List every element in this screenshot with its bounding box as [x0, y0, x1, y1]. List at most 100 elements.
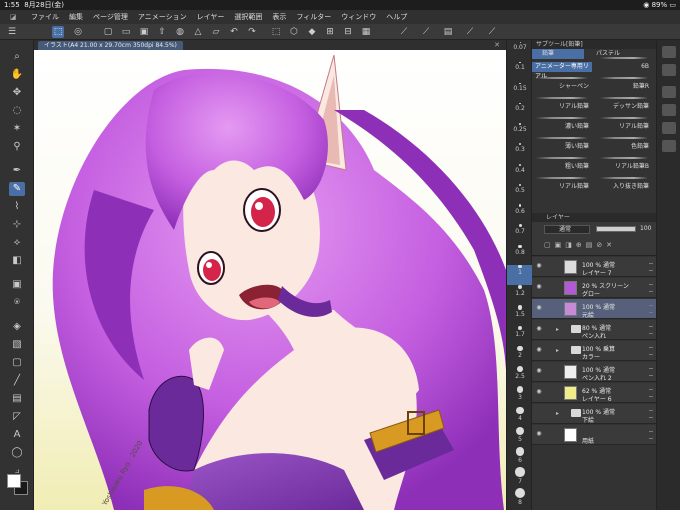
folder-expand-icon[interactable]: ▸	[556, 326, 559, 333]
brush-size-option[interactable]: 1.7	[507, 325, 533, 346]
grid-icon[interactable]: ▤	[442, 26, 454, 38]
brush-size-option[interactable]: 2	[507, 345, 533, 366]
brush-size-option[interactable]: 0.07	[507, 42, 533, 62]
fill-icon[interactable]: ▱	[210, 26, 222, 38]
liquify-tool-icon[interactable]: ⍟	[9, 296, 25, 310]
operation-tool-icon[interactable]: ✥	[9, 86, 25, 100]
guide-icon[interactable]: ⟋	[464, 26, 476, 38]
brush-item[interactable]: 濃い鉛筆	[532, 122, 592, 132]
layer-row[interactable]: ◉ ▸ 100 % 乗算 カラー	[532, 341, 656, 361]
brush-size-option[interactable]: 0.3	[507, 143, 533, 163]
visibility-eye-icon[interactable]: ◉	[535, 368, 543, 374]
brush-size-option[interactable]: 0.8	[507, 244, 533, 265]
brush-size-option[interactable]: 0.1	[507, 62, 533, 82]
palette-icon-5[interactable]	[662, 122, 676, 134]
clear-icon[interactable]: △	[192, 26, 204, 38]
drag-handle-icon[interactable]	[649, 368, 653, 376]
blend-mode-select[interactable]: 通常	[544, 225, 590, 234]
menu-item[interactable]: 編集	[64, 10, 88, 24]
brush-size-option[interactable]: 5	[507, 426, 533, 447]
palette-icon-6[interactable]	[662, 140, 676, 152]
menu-item[interactable]: 選択範囲	[229, 10, 267, 24]
menu-icon[interactable]: ☰	[6, 26, 18, 38]
drag-handle-icon[interactable]	[649, 263, 653, 271]
layer-row[interactable]: ◉ 62 % 通常 レイヤー 6	[532, 383, 656, 403]
new-file-icon[interactable]: ▢	[102, 26, 114, 38]
tab-pencil[interactable]: 鉛筆	[532, 49, 584, 59]
close-document-icon[interactable]: ✕	[494, 40, 500, 50]
layer-row[interactable]: ◉ ▸ 80 % 通常 ペン入れ	[532, 320, 656, 340]
menu-item[interactable]: ウィンドウ	[336, 10, 381, 24]
visibility-eye-icon[interactable]: ◉	[535, 389, 543, 395]
drag-handle-icon[interactable]	[649, 326, 653, 334]
lasso-tool-icon[interactable]: ◌	[9, 104, 25, 118]
color-chip[interactable]	[7, 474, 29, 496]
layer-row[interactable]: ◉ 用紙	[532, 425, 656, 445]
ruler-icon[interactable]: ⟋	[398, 26, 410, 38]
hand-tool-icon[interactable]: ✋	[9, 68, 25, 82]
blend-tool-icon[interactable]: ▣	[9, 278, 25, 292]
perspective-icon[interactable]: ⟋	[420, 26, 432, 38]
special-ruler-icon[interactable]: ⟋	[486, 26, 498, 38]
drag-handle-icon[interactable]	[649, 410, 653, 418]
menu-item[interactable]: フィルター	[291, 10, 336, 24]
drag-handle-icon[interactable]	[649, 305, 653, 313]
eyedropper-icon[interactable]: ⚲	[9, 140, 25, 154]
shape-tool-icon[interactable]: ▢	[9, 356, 25, 370]
visibility-eye-icon[interactable]	[535, 410, 543, 416]
brush-size-option[interactable]: 0.2	[507, 102, 533, 123]
brush-item[interactable]: 6B	[596, 62, 652, 72]
menu-item[interactable]: ヘルプ	[381, 10, 412, 24]
layers-toggle-icon[interactable]: ◎	[72, 26, 84, 38]
visibility-eye-icon[interactable]: ◉	[535, 305, 543, 311]
brush-size-option[interactable]: 0.5	[507, 183, 533, 204]
selection-launcher-icon[interactable]: ⊞	[324, 26, 336, 38]
brush-size-option[interactable]: 0.7	[507, 224, 533, 244]
layer-row[interactable]: ◉ 100 % 通常 元絵	[532, 299, 656, 319]
brush-item[interactable]: 色鉛筆	[596, 142, 652, 152]
layer-row[interactable]: ▸ 100 % 通常 下絵	[532, 404, 656, 424]
brush-item[interactable]: リアル鉛筆	[532, 182, 592, 192]
save-icon[interactable]: ▣	[138, 26, 150, 38]
canvas-area[interactable]: イラスト(A4 21.00 x 29.70cm 350dpi 84.5%) ✕	[34, 40, 506, 510]
pen-tool-icon[interactable]: ✒	[9, 164, 25, 178]
palette-icon-2[interactable]	[662, 64, 676, 76]
fill-selection-icon[interactable]: ◆	[306, 26, 318, 38]
pencil-tool-icon[interactable]: ✎	[9, 182, 25, 196]
layer-row[interactable]: ◉ 20 % スクリーン グロー	[532, 278, 656, 298]
gradient-tool-icon[interactable]: ▧	[9, 338, 25, 352]
text-tool-icon[interactable]: A	[9, 428, 25, 442]
layer-row[interactable]: ◉ 100 % 通常 レイヤー 7	[532, 257, 656, 277]
zoom-tool-icon[interactable]: ⌕	[9, 50, 25, 64]
brush-size-option[interactable]: 2.5	[507, 366, 533, 386]
visibility-eye-icon[interactable]: ◉	[535, 263, 543, 269]
document-tab[interactable]: イラスト(A4 21.00 x 29.70cm 350dpi 84.5%)	[38, 41, 183, 50]
eraser-tool-icon[interactable]: ◧	[9, 254, 25, 268]
brush-size-option[interactable]: 4	[507, 406, 533, 427]
brush-item[interactable]: 薄い鉛筆	[532, 142, 592, 152]
open-file-icon[interactable]: ▭	[120, 26, 132, 38]
layer-row[interactable]: ◉ 100 % 通常 ペン入れ 2	[532, 362, 656, 382]
drag-handle-icon[interactable]	[649, 389, 653, 397]
brush-size-option[interactable]: 0.15	[507, 82, 533, 103]
folder-expand-icon[interactable]: ▸	[556, 410, 559, 417]
brush-item[interactable]: 粗い鉛筆	[532, 162, 592, 172]
redo-icon[interactable]: ↷	[246, 26, 258, 38]
export-icon[interactable]: ⇧	[156, 26, 168, 38]
brush-item[interactable]: リアル鉛筆B	[596, 162, 652, 172]
airbrush-tool-icon[interactable]: ⊹	[9, 218, 25, 232]
frame-tool-icon[interactable]: ▤	[9, 392, 25, 406]
quick-access-icon[interactable]: ⬚	[52, 26, 64, 38]
brush-size-option[interactable]: 1.2	[507, 285, 533, 305]
brush-size-option[interactable]: 1	[507, 264, 533, 286]
brush-item[interactable]: リアル鉛筆	[532, 102, 592, 112]
main-color-swatch[interactable]	[7, 474, 21, 488]
brush-item[interactable]: シャーペン	[532, 82, 592, 92]
brush-tool-icon[interactable]: ⌇	[9, 200, 25, 214]
ruler-tool-icon[interactable]: ◸	[9, 410, 25, 424]
palette-icon-4[interactable]	[662, 104, 676, 116]
brush-item[interactable]: デッサン鉛筆	[596, 102, 652, 112]
artwork-canvas[interactable]: Yoshisoku Ryo · 2020	[34, 50, 506, 510]
palette-icon-1[interactable]	[662, 46, 676, 58]
visibility-eye-icon[interactable]: ◉	[535, 284, 543, 290]
